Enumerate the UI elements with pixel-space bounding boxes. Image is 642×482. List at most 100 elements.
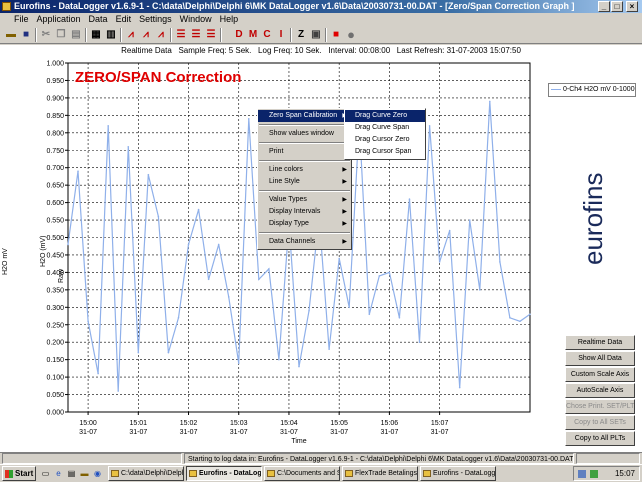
start-label: Start xyxy=(15,469,34,478)
taskbar: Start ▭ e ▤ ▬ ◉ C:\data\Delphi\Delphi 6.… xyxy=(0,464,642,482)
menu-data[interactable]: Data xyxy=(85,13,112,26)
data-point xyxy=(489,100,491,103)
align-c-icon[interactable]: ☰ xyxy=(204,28,218,42)
chart-legend[interactable]: 0-Ch4 H2O mV 0-1000 xyxy=(548,83,636,97)
maximize-button[interactable]: □ xyxy=(611,1,623,12)
copy-icon[interactable]: ❐ xyxy=(54,28,68,42)
side-button-2[interactable]: Show All Data xyxy=(565,351,635,366)
menu-window[interactable]: Window xyxy=(176,13,216,26)
data-point xyxy=(338,257,340,260)
x-tick-time: 15:06 xyxy=(381,420,399,427)
data-point xyxy=(448,229,451,232)
graph-c-icon[interactable]: ⩘ xyxy=(154,28,168,42)
c-button[interactable]: C xyxy=(260,28,274,42)
y-tick-label: 0.050 xyxy=(46,392,64,399)
eurofins-logo: eurofins xyxy=(578,172,608,266)
desktop-icon[interactable]: ▤ xyxy=(66,468,77,479)
submenu-item-drag-curve-zero[interactable]: Drag Curve Zero xyxy=(345,110,425,122)
context-item-line-style[interactable]: Line Style ▶ xyxy=(258,176,351,188)
grid-icon[interactable]: ▥ xyxy=(104,28,118,42)
taskbar-button-5[interactable]: Eurofins - DataLogger... xyxy=(420,466,496,481)
stop-icon[interactable]: ■ xyxy=(329,28,343,42)
side-button-1[interactable]: Realtime Data xyxy=(565,335,635,350)
outlook-icon[interactable]: ◉ xyxy=(92,468,103,479)
close-button[interactable]: × xyxy=(626,1,638,12)
data-point xyxy=(87,320,89,323)
context-item-print[interactable]: Print xyxy=(258,146,351,158)
taskbar-button-4[interactable]: FlexTrade Betalingspo... xyxy=(342,466,418,481)
d-button[interactable]: D xyxy=(232,28,246,42)
context-item-label: Value Types xyxy=(269,196,307,203)
i-button[interactable]: I xyxy=(274,28,288,42)
cut-icon[interactable]: ✂ xyxy=(39,28,53,42)
side-button-4[interactable]: AutoScale Axis xyxy=(565,383,635,398)
window-icon xyxy=(189,470,197,477)
network-icon[interactable] xyxy=(578,470,586,478)
context-item-show-values-window[interactable]: Show values window xyxy=(258,128,351,140)
y-tick-label: 1.000 xyxy=(46,61,64,68)
context-item-display-intervals[interactable]: Display Intervals ▶ xyxy=(258,206,351,218)
record-icon[interactable]: ● xyxy=(344,28,358,42)
side-button-7[interactable]: Copy to All PLTs xyxy=(565,431,635,446)
context-item-value-types[interactable]: Value Types ▶ xyxy=(258,194,351,206)
menu-separator xyxy=(259,160,350,162)
data-point xyxy=(378,275,381,277)
taskbar-button-1[interactable]: C:\data\Delphi\Delphi 6... xyxy=(108,466,184,481)
zoom-icon[interactable]: ▣ xyxy=(309,28,323,42)
context-item-line-colors[interactable]: Line colors ▶ xyxy=(258,164,351,176)
menu-edit[interactable]: Edit xyxy=(112,13,136,26)
y-tick-label: 0.800 xyxy=(46,130,64,137)
graph-a-icon[interactable]: ⩘ xyxy=(124,28,138,42)
taskbar-button-2[interactable]: Eurofins - DataLog... xyxy=(186,466,262,481)
menu-settings[interactable]: Settings xyxy=(135,13,176,26)
legend-label: 0-Ch4 H2O mV 0-1000 xyxy=(563,86,635,93)
taskbar-button-3[interactable]: C:\Documents and Se... xyxy=(264,466,340,481)
y-tick-label: 0.200 xyxy=(46,340,64,347)
folder-icon[interactable]: ▬ xyxy=(79,468,90,479)
side-button-3[interactable]: Custom Scale Axis xyxy=(565,367,635,382)
explorer-icon[interactable]: ▭ xyxy=(40,468,51,479)
submenu-item-drag-cursor-zero[interactable]: Drag Cursor Zero xyxy=(345,134,425,146)
submenu-arrow-icon: ▶ xyxy=(342,209,347,215)
start-button[interactable]: Start xyxy=(2,466,36,481)
align-b-icon[interactable]: ☰ xyxy=(189,28,203,42)
menu-separator xyxy=(259,190,350,192)
volume-icon[interactable] xyxy=(590,470,598,478)
menu-application[interactable]: Application xyxy=(33,13,85,26)
submenu-item-drag-cursor-span[interactable]: Drag Cursor Span xyxy=(345,146,425,158)
browser-icon[interactable]: e xyxy=(53,468,64,479)
zero-span-submenu: Drag Curve Zero Drag Curve Span Drag Curso… xyxy=(344,108,426,160)
save-icon[interactable]: ■ xyxy=(19,28,33,42)
submenu-arrow-icon: ▶ xyxy=(342,179,347,185)
submenu-arrow-icon: ▶ xyxy=(342,197,347,203)
align-a-icon[interactable]: ☰ xyxy=(174,28,188,42)
data-point xyxy=(207,278,210,281)
data-point xyxy=(368,313,371,316)
side-button-5: Chose Print. SET/PLT xyxy=(565,399,635,414)
menu-help[interactable]: Help xyxy=(216,13,243,26)
open-folder-icon[interactable]: ▬ xyxy=(4,28,18,42)
x-axis-title: Time xyxy=(291,438,306,445)
title-bar[interactable]: Eurofins - DataLogger v1.6.9-1 - C:\data… xyxy=(0,0,642,13)
taskbar-label: Eurofins - DataLogger... xyxy=(433,470,496,477)
context-item-display-type[interactable]: Display Type ▶ xyxy=(258,218,351,230)
minimize-button[interactable]: _ xyxy=(598,1,610,12)
context-item-zero-span-calibration[interactable]: Zero Span Calibration▶ xyxy=(258,110,351,122)
submenu-arrow-icon: ▶ xyxy=(342,221,347,227)
data-point xyxy=(478,289,481,291)
paste-icon[interactable]: ▤ xyxy=(69,28,83,42)
y-tick-label: 0.450 xyxy=(46,252,64,259)
context-item-data-channels[interactable]: Data Channels ▶ xyxy=(258,236,351,248)
data-point xyxy=(519,320,521,323)
data-point xyxy=(187,243,190,246)
m-button[interactable]: M xyxy=(246,28,260,42)
x-tick-time: 15:05 xyxy=(330,420,348,427)
context-item-label: Line Style xyxy=(269,178,300,185)
submenu-item-drag-curve-span[interactable]: Drag Curve Span xyxy=(345,122,425,134)
x-tick-time: 15:01 xyxy=(130,420,148,427)
chart-icon[interactable]: ▦ xyxy=(89,28,103,42)
graph-b-icon[interactable]: ⩘ xyxy=(139,28,153,42)
x-tick-date: 31-07 xyxy=(380,429,398,436)
z-button[interactable]: Z xyxy=(294,28,308,42)
menu-file[interactable]: File xyxy=(0,13,33,26)
